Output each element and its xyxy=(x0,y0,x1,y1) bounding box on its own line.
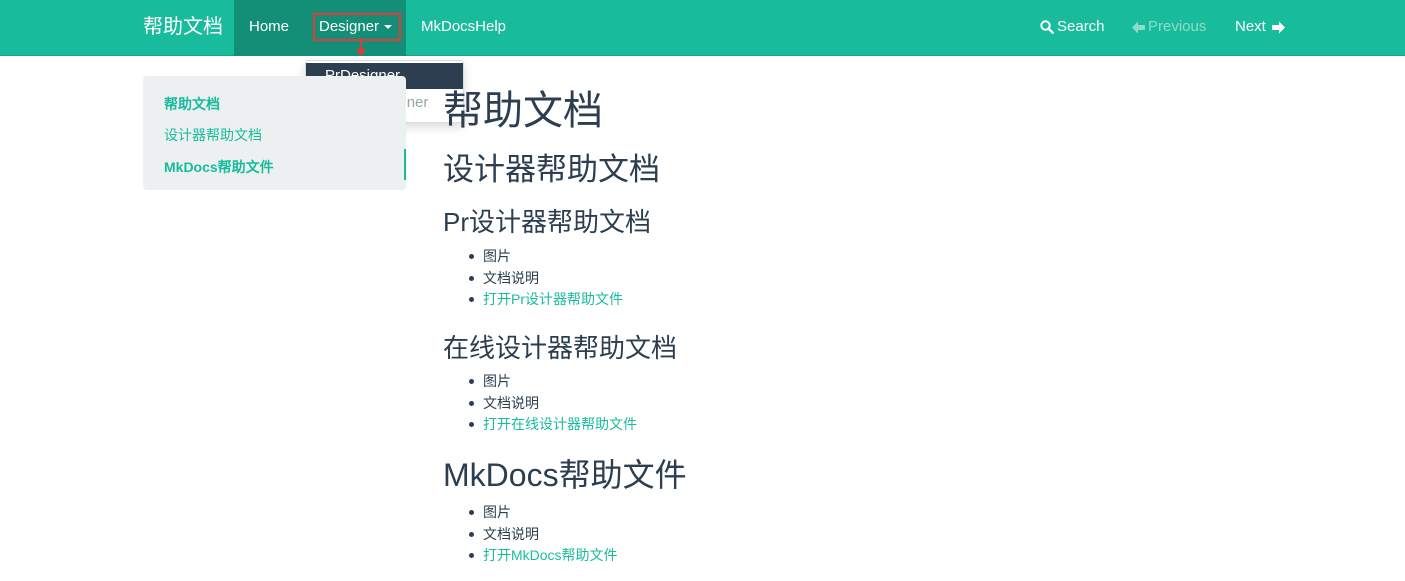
brand-link[interactable]: 帮助文档 xyxy=(143,14,223,40)
annotation-highlight-box xyxy=(313,13,401,41)
nav-mkdocshelp[interactable]: MkDocsHelp xyxy=(406,0,521,56)
arrow-right-icon xyxy=(1272,21,1286,34)
mkdocs-list: 图片 文档说明 打开MkDocs帮助文件 xyxy=(443,502,618,567)
search-icon xyxy=(1040,20,1054,35)
heading-online-designer: 在线设计器帮助文档 xyxy=(443,333,678,363)
heading-designer-docs: 设计器帮助文档 xyxy=(443,152,660,187)
toc-sidebar: 帮助文档 设计器帮助文档 MkDocs帮助文件 xyxy=(143,76,406,190)
link-open-pr-designer[interactable]: 打开Pr设计器帮助文件 xyxy=(443,289,623,311)
sidebar-active-marker xyxy=(404,149,406,180)
page-title: 帮助文档 xyxy=(443,89,603,133)
link-open-online-designer[interactable]: 打开在线设计器帮助文件 xyxy=(443,414,637,436)
sidebar-item-help-docs[interactable]: 帮助文档 xyxy=(164,94,220,114)
annotation-arrow-down-icon xyxy=(356,49,366,56)
nav-search-label: Search xyxy=(1057,18,1105,35)
nav-home[interactable]: Home xyxy=(234,0,306,56)
heading-pr-designer: Pr设计器帮助文档 xyxy=(443,207,652,237)
sidebar-item-designer-docs[interactable]: 设计器帮助文档 xyxy=(164,125,262,145)
top-navbar: 帮助文档 Home Designer MkDocsHelp Search Pre… xyxy=(0,0,1405,56)
list-item: 文档说明 xyxy=(443,393,637,415)
pr-designer-list: 图片 文档说明 打开Pr设计器帮助文件 xyxy=(443,246,623,311)
nav-previous-label: Previous xyxy=(1148,18,1207,35)
list-item: 图片 xyxy=(443,502,618,524)
nav-previous[interactable]: Previous xyxy=(1132,0,1206,54)
nav-search[interactable]: Search xyxy=(1040,0,1105,54)
list-item: 图片 xyxy=(443,371,637,393)
online-designer-list: 图片 文档说明 打开在线设计器帮助文件 xyxy=(443,371,637,436)
list-item: 文档说明 xyxy=(443,524,618,546)
arrow-left-icon xyxy=(1132,21,1145,34)
list-item: 图片 xyxy=(443,246,623,268)
nav-next-label: Next xyxy=(1235,18,1266,35)
link-open-mkdocs[interactable]: 打开MkDocs帮助文件 xyxy=(443,545,618,567)
list-item: 文档说明 xyxy=(443,268,623,290)
nav-next[interactable]: Next xyxy=(1235,0,1286,54)
heading-mkdocs: MkDocs帮助文件 xyxy=(443,457,687,493)
sidebar-item-mkdocs[interactable]: MkDocs帮助文件 xyxy=(164,157,274,177)
